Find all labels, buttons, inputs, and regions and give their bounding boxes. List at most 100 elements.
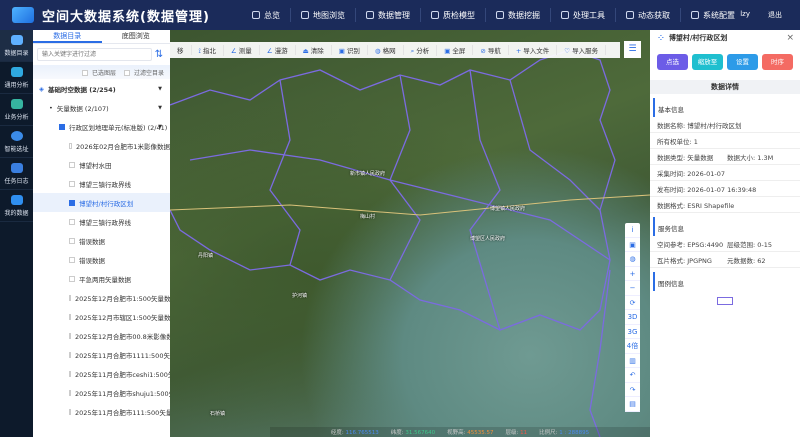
- location-pin-icon: [10, 130, 23, 141]
- map-control-button[interactable]: ⟳: [625, 296, 640, 310]
- nav-dynamic[interactable]: 动态获取: [616, 8, 681, 22]
- checkbox[interactable]: [69, 389, 71, 396]
- tree-item[interactable]: 2026年02月合肥市1米影像数据: [33, 136, 170, 155]
- checkbox[interactable]: [69, 237, 75, 244]
- checkbox[interactable]: [69, 180, 75, 187]
- checkbox[interactable]: [69, 313, 71, 320]
- tool-button[interactable]: ◍ 格网: [368, 45, 404, 55]
- tree-item[interactable]: 2025年12月合肥市00.8米影像数据: [33, 326, 170, 345]
- map-controls: i ▣ ◍ + − ⟳ 3D 3G 4倍 ▥ ↶ ↷ ▤: [625, 223, 640, 412]
- toolbar-menu-button[interactable]: ☰: [624, 41, 641, 58]
- map-control-button[interactable]: ↷: [625, 383, 640, 397]
- timeline-button[interactable]: 时序: [762, 54, 793, 70]
- map-control-button[interactable]: ◍: [625, 252, 640, 267]
- tree-item[interactable]: 2025年11月合肥市shuju1:500矢...: [33, 383, 170, 402]
- map-control-button[interactable]: ▣: [625, 238, 640, 252]
- checkbox[interactable]: [69, 332, 71, 339]
- tab-basemap[interactable]: 底图浏览: [102, 30, 171, 43]
- tool-button[interactable]: ⟟ 指北: [192, 44, 224, 56]
- tree-item[interactable]: 行政区划地理单元(标准版) (2/41) ▼: [33, 117, 170, 136]
- sidebar-item-site[interactable]: 智能选址: [0, 126, 33, 158]
- tree-item[interactable]: • 矢量数据 (2/107) ▼: [33, 98, 170, 117]
- map-control-button[interactable]: i: [625, 223, 640, 238]
- nav-overview[interactable]: 总览: [242, 8, 291, 22]
- nav-data-manage[interactable]: 数据管理: [356, 8, 421, 22]
- checkbox[interactable]: [69, 161, 75, 168]
- expand-arrow-icon[interactable]: ▼: [158, 86, 162, 92]
- filter-empty-dirs[interactable]: 过滤空目录: [123, 68, 164, 77]
- map-control-button[interactable]: 3G: [625, 325, 640, 339]
- map-control-button[interactable]: +: [625, 267, 640, 281]
- level-value: 11: [520, 430, 528, 436]
- tree-item[interactable]: 错误数据: [33, 250, 170, 269]
- map-control-button[interactable]: ▥: [625, 354, 640, 368]
- map-control-button[interactable]: 3D: [625, 310, 640, 325]
- checkbox[interactable]: [69, 256, 75, 263]
- zoom-to-button[interactable]: 缩放至: [692, 54, 723, 70]
- tool-icon: ⟟: [198, 46, 201, 55]
- checkbox[interactable]: [81, 70, 88, 76]
- logout-link[interactable]: 退出: [768, 10, 782, 20]
- tool-button[interactable]: ♡ 导入服务: [557, 45, 607, 55]
- map-control-button[interactable]: 4倍: [625, 339, 640, 354]
- filter-selected-layers[interactable]: 已选图层: [81, 68, 116, 77]
- point-select-button[interactable]: 点选: [657, 54, 688, 70]
- sidebar-item-catalog[interactable]: 数据目录: [0, 30, 33, 62]
- sidebar-item-mydata[interactable]: 我的数据: [0, 190, 33, 222]
- nav-map-browse[interactable]: 地图浏览: [291, 8, 356, 22]
- tree-item[interactable]: 2025年12月合肥市1:500矢量数据: [33, 288, 170, 307]
- map-control-button[interactable]: −: [625, 281, 640, 296]
- tree-item[interactable]: 平急两用矢量数据: [33, 269, 170, 288]
- tool-button[interactable]: ⌕ 分析: [404, 44, 438, 56]
- sidebar-item-tasklog[interactable]: 任务日志: [0, 158, 33, 190]
- checkbox[interactable]: [59, 123, 65, 130]
- tree-item[interactable]: 2025年11月合肥市111:500矢量...: [33, 402, 170, 421]
- tool-button[interactable]: ⊘ 导航: [473, 45, 509, 55]
- refresh-icon[interactable]: ⇅: [152, 49, 166, 60]
- tree-item[interactable]: 2025年11月合肥市ceshi1:500矢...: [33, 364, 170, 383]
- nav-qc-model[interactable]: 质检模型: [421, 8, 486, 22]
- checkbox[interactable]: [69, 275, 75, 282]
- tool-label: 移: [177, 47, 184, 55]
- checkbox[interactable]: [69, 199, 75, 206]
- expand-arrow-icon[interactable]: ▼: [158, 105, 162, 111]
- tree-item[interactable]: ◈ 基础时空数据 (2/254) ▼: [33, 79, 170, 98]
- tree-item[interactable]: 2025年12月市辖区1:500矢量数据: [33, 307, 170, 326]
- sidebar-item-analysis[interactable]: 通用分析: [0, 62, 33, 94]
- tree-item[interactable]: 错误数据: [33, 231, 170, 250]
- tool-button[interactable]: ⏏ 清除: [296, 45, 332, 55]
- tool-button[interactable]: + 导入文件: [509, 45, 558, 55]
- search-input[interactable]: [37, 48, 152, 61]
- tool-button[interactable]: ▣ 全屏: [437, 45, 474, 55]
- tool-button[interactable]: ∠ 漫游: [260, 45, 296, 55]
- tree-item[interactable]: 博望三镇行政界线: [33, 174, 170, 193]
- nav-data-mining[interactable]: 数据挖掘: [486, 8, 551, 22]
- map-view[interactable]: 新市镇人民政府 博望区人民政府 博望镇人民政府 梅山村 丹阳镇 石桥镇 护河镇 …: [170, 30, 650, 437]
- tree-item[interactable]: 博望三镇行政界线: [33, 212, 170, 231]
- tool-button[interactable]: ▣ 识别: [332, 45, 368, 55]
- checkbox[interactable]: [123, 70, 130, 76]
- sidebar-item-business[interactable]: 业务分析: [0, 94, 33, 126]
- tool-label: 导入服务: [572, 47, 599, 55]
- map-control-button[interactable]: ▤: [625, 397, 640, 412]
- checkbox[interactable]: [69, 294, 71, 301]
- expand-arrow-icon[interactable]: ▼: [158, 124, 162, 130]
- checkbox[interactable]: [69, 142, 73, 149]
- tree-item-label: 2026年02月合肥市1米影像数据: [76, 142, 170, 151]
- tab-data-catalog[interactable]: 数据目录: [33, 30, 102, 43]
- map-control-button[interactable]: ↶: [625, 368, 640, 383]
- tree-item[interactable]: 2025年11月合肥市1111:500矢量...: [33, 345, 170, 364]
- checkbox[interactable]: [69, 218, 75, 225]
- checkbox[interactable]: [69, 370, 71, 377]
- tool-button[interactable]: ∠ 测量: [224, 45, 260, 55]
- nav-tools[interactable]: 处理工具: [551, 8, 616, 22]
- tool-button[interactable]: 移: [170, 45, 192, 55]
- tree-item[interactable]: 博望村水田: [33, 155, 170, 174]
- nav-settings[interactable]: 系统配置: [681, 8, 745, 22]
- close-icon[interactable]: ×: [786, 33, 794, 43]
- settings-button[interactable]: 设置: [727, 54, 758, 70]
- username[interactable]: lzy: [740, 10, 750, 18]
- checkbox[interactable]: [69, 351, 71, 358]
- tree-item[interactable]: 博望村/村行政区划: [33, 193, 170, 212]
- checkbox[interactable]: [69, 408, 71, 415]
